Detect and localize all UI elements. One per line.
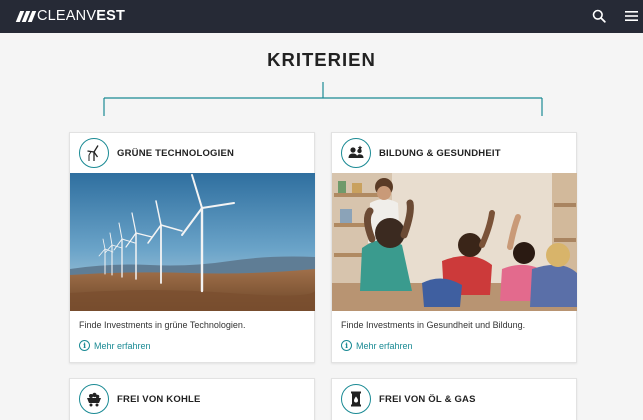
card-title: FREI VON ÖL & GAS	[379, 393, 476, 405]
hamburger-menu-icon	[624, 11, 638, 21]
logo-text-light: CLEANV	[37, 8, 97, 24]
criteria-card-oil-gas-free[interactable]: FREI VON ÖL & GAS	[331, 378, 577, 420]
criteria-card-education-health[interactable]: BILDUNG & GESUNDHEIT Finde Investments i…	[331, 132, 577, 363]
oil-barrel-icon	[351, 391, 361, 407]
more-info-link-label: Mehr erfahren	[356, 340, 413, 351]
menu-button[interactable]	[621, 6, 641, 26]
info-icon: i	[79, 340, 90, 351]
people-group-icon	[348, 145, 364, 158]
coal-cart-icon	[87, 392, 101, 407]
more-info-link-label: Mehr erfahren	[94, 340, 151, 351]
cleanvest-logo[interactable]: CLEANVEST	[15, 7, 126, 25]
logo-mark-icon	[15, 10, 37, 22]
search-icon	[592, 9, 606, 23]
wind-turbine-icon	[87, 145, 99, 161]
search-button[interactable]	[589, 6, 609, 26]
card-description: Finde Investments in grüne Technologien.	[79, 320, 246, 330]
top-navigation-bar: CLEANVEST	[0, 0, 643, 33]
classroom-children-photo	[332, 173, 577, 311]
more-info-link[interactable]: i Mehr erfahren	[341, 340, 413, 351]
card-description: Finde Investments in Gesundheit und Bild…	[341, 320, 526, 330]
card-title: FREI VON KOHLE	[117, 393, 201, 405]
info-icon: i	[341, 340, 352, 351]
card-title: BILDUNG & GESUNDHEIT	[379, 147, 501, 159]
page-title: KRITERIEN	[267, 49, 376, 70]
criteria-card-coal-free[interactable]: FREI VON KOHLE	[69, 378, 315, 420]
wind-turbines-photo	[70, 173, 315, 311]
criteria-card-green-tech[interactable]: GRÜNE TECHNOLOGIEN Finde Investments in …	[69, 132, 315, 363]
more-info-link[interactable]: i Mehr erfahren	[79, 340, 151, 351]
logo-text-bold: EST	[96, 8, 126, 24]
criteria-connector-lines	[103, 82, 543, 116]
card-title: GRÜNE TECHNOLOGIEN	[117, 147, 235, 159]
